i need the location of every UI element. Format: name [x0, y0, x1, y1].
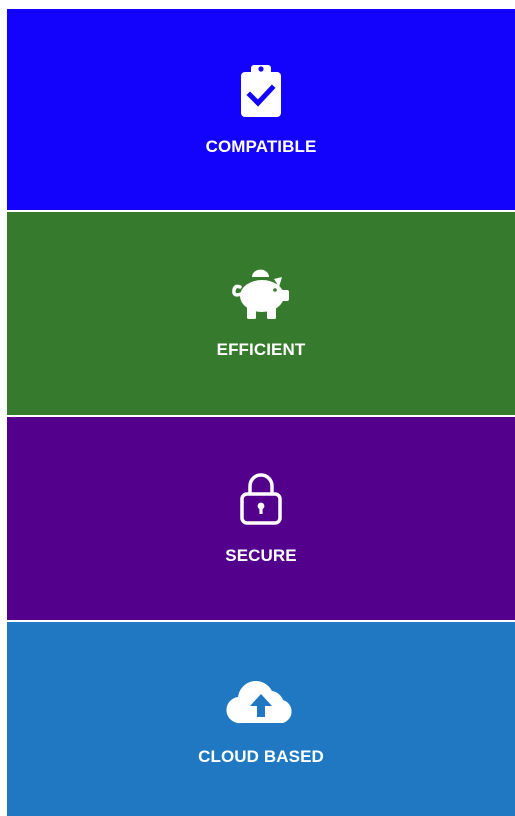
cloud-upload-icon — [226, 681, 292, 724]
feature-label-secure: SECURE — [225, 546, 297, 565]
lock-icon — [240, 473, 282, 525]
feature-label-cloud-based: CLOUD BASED — [198, 747, 324, 766]
feature-tile-cloud-based[interactable]: CLOUD BASED — [7, 622, 515, 816]
clipboard-check-icon — [241, 65, 281, 117]
feature-label-compatible: COMPATIBLE — [205, 137, 317, 156]
feature-tile-compatible[interactable]: COMPATIBLE — [7, 9, 515, 210]
feature-label-efficient: EFFICIENT — [216, 340, 306, 359]
feature-tile-efficient[interactable]: EFFICIENT — [7, 212, 515, 415]
feature-tile-secure[interactable]: SECURE — [7, 417, 515, 620]
piggy-bank-icon — [232, 269, 289, 319]
feature-tiles: COMPATIBLE EFFICIENT SECURE CLOUD BASED — [7, 9, 515, 816]
